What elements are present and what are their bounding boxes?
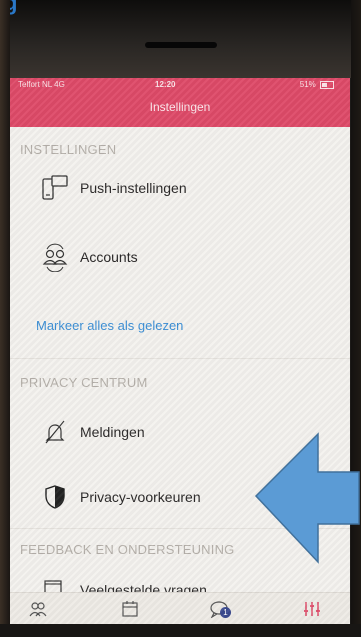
page-title: Instellingen: [149, 100, 211, 114]
privacy-preferences-label: Privacy-voorkeuren: [80, 489, 201, 505]
chat-badge: 1: [220, 607, 231, 618]
contacts-icon: [29, 602, 47, 617]
phone-bezel-bottom: [0, 624, 361, 637]
nav-bar: Instellingen: [10, 92, 350, 127]
notifications-label: Meldingen: [80, 424, 145, 440]
shield-icon: [40, 482, 70, 512]
sliders-icon: [304, 602, 320, 616]
notifications-row[interactable]: Meldingen: [40, 415, 145, 449]
section-header-settings: INSTELLINGEN: [20, 142, 117, 157]
push-settings-row[interactable]: Push-instellingen: [40, 171, 187, 205]
battery-indicator: 51%: [300, 80, 334, 89]
faq-icon: [40, 575, 70, 592]
battery-percent: 51%: [299, 80, 316, 89]
devices-icon: [40, 173, 70, 203]
faq-row[interactable]: Veelgestelde vragen: [40, 575, 207, 592]
faq-label: Veelgestelde vragen: [80, 582, 207, 592]
clock: 12:20: [155, 80, 176, 89]
accounts-row[interactable]: Accounts: [40, 240, 138, 274]
section-header-privacy: PRIVACY CENTRUM: [20, 375, 148, 390]
tab-settings[interactable]: [300, 599, 324, 619]
privacy-preferences-row[interactable]: Privacy-voorkeuren: [40, 480, 201, 514]
phone-bezel-left: [0, 0, 10, 637]
mark-all-read-link[interactable]: Markeer alles als gelezen: [36, 318, 183, 333]
accounts-label: Accounts: [80, 249, 138, 265]
section-header-feedback: FEEDBACK EN ONDERSTEUNING: [20, 542, 235, 557]
status-bar: Telfort NL 4G 12:20 51%: [10, 78, 350, 92]
tab-calendar[interactable]: [118, 599, 142, 619]
battery-icon: [320, 80, 334, 89]
tab-bar: 1: [10, 592, 350, 624]
annotation-arrow: [254, 432, 360, 564]
push-settings-label: Push-instellingen: [80, 180, 187, 196]
tab-chats[interactable]: 1: [205, 599, 235, 619]
section-divider: [10, 358, 350, 359]
tab-contacts[interactable]: [26, 599, 50, 619]
carrier-label: Telfort NL 4G: [18, 80, 65, 89]
accounts-icon: [40, 242, 70, 272]
photo-background-top: [0, 0, 361, 78]
bell-off-icon: [40, 417, 70, 447]
phone-earpiece: [145, 42, 217, 48]
calendar-icon: [122, 601, 138, 617]
